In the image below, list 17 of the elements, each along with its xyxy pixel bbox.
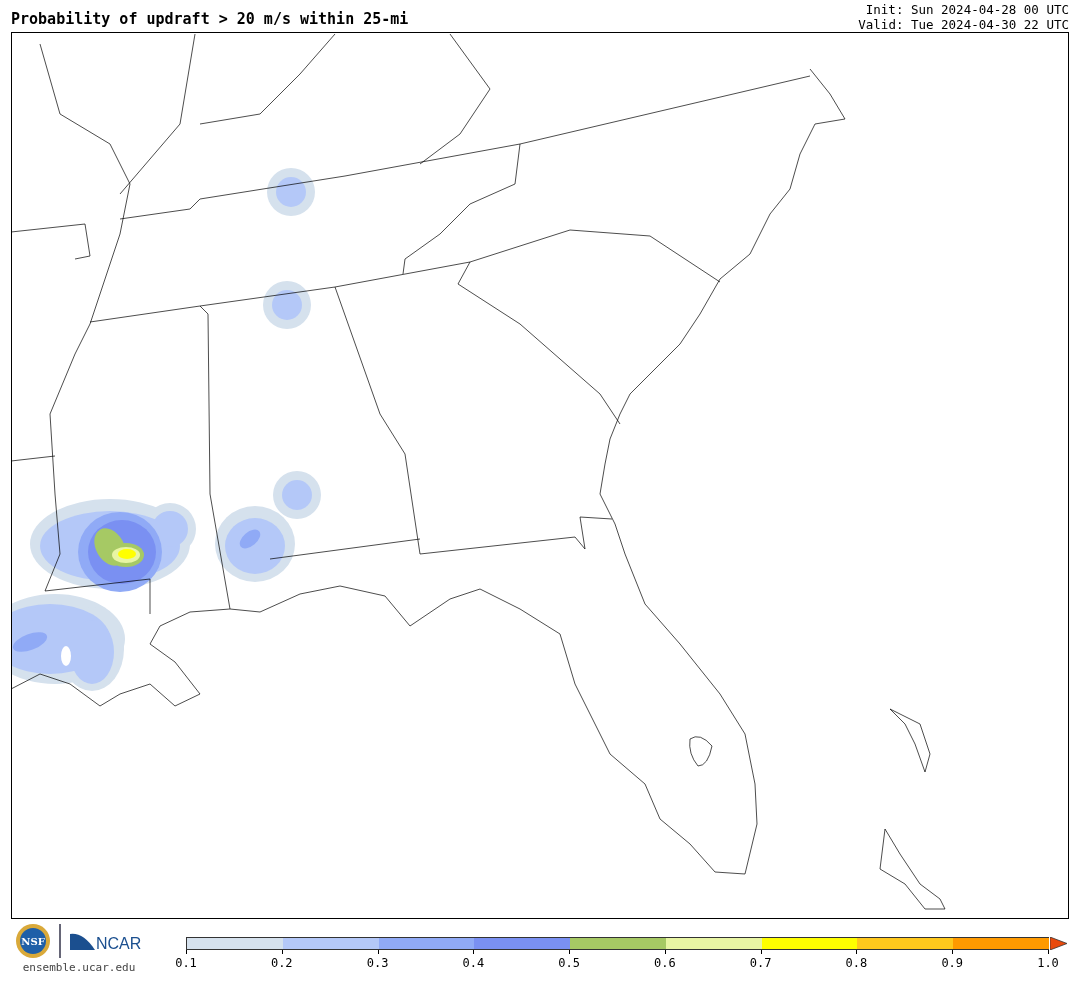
nsf-logo: NSF — [15, 923, 51, 959]
site-url: ensemble.ucar.edu — [22, 961, 136, 974]
colorbar-tick-label: 0.5 — [558, 956, 580, 970]
colorbar-tick-label: 0.9 — [941, 956, 964, 970]
colorbar-tick-label: 0.3 — [366, 956, 389, 970]
colorbar-tick-label: 1.0 — [1037, 956, 1059, 970]
colorbar-tick-label: 0.2 — [270, 956, 293, 970]
colorbar-tick-label: 0.7 — [749, 956, 772, 970]
colorbar-tick-label: 0.4 — [462, 956, 485, 970]
ncar-logo: NCAR — [69, 930, 143, 952]
valid-time: Valid: Tue 2024-04-30 22 UTC — [858, 17, 1069, 32]
chart-title: Probability of updraft > 20 m/s within 25-mi — [11, 10, 409, 30]
colorbar-tick-label: 0.1 — [175, 956, 197, 970]
colorbar-tick-label: 0.8 — [845, 956, 868, 970]
init-time: Init: Sun 2024-04-28 00 UTC — [865, 2, 1069, 17]
divider-line-icon — [59, 924, 61, 958]
colorbar-tick-label: 0.6 — [654, 956, 676, 970]
